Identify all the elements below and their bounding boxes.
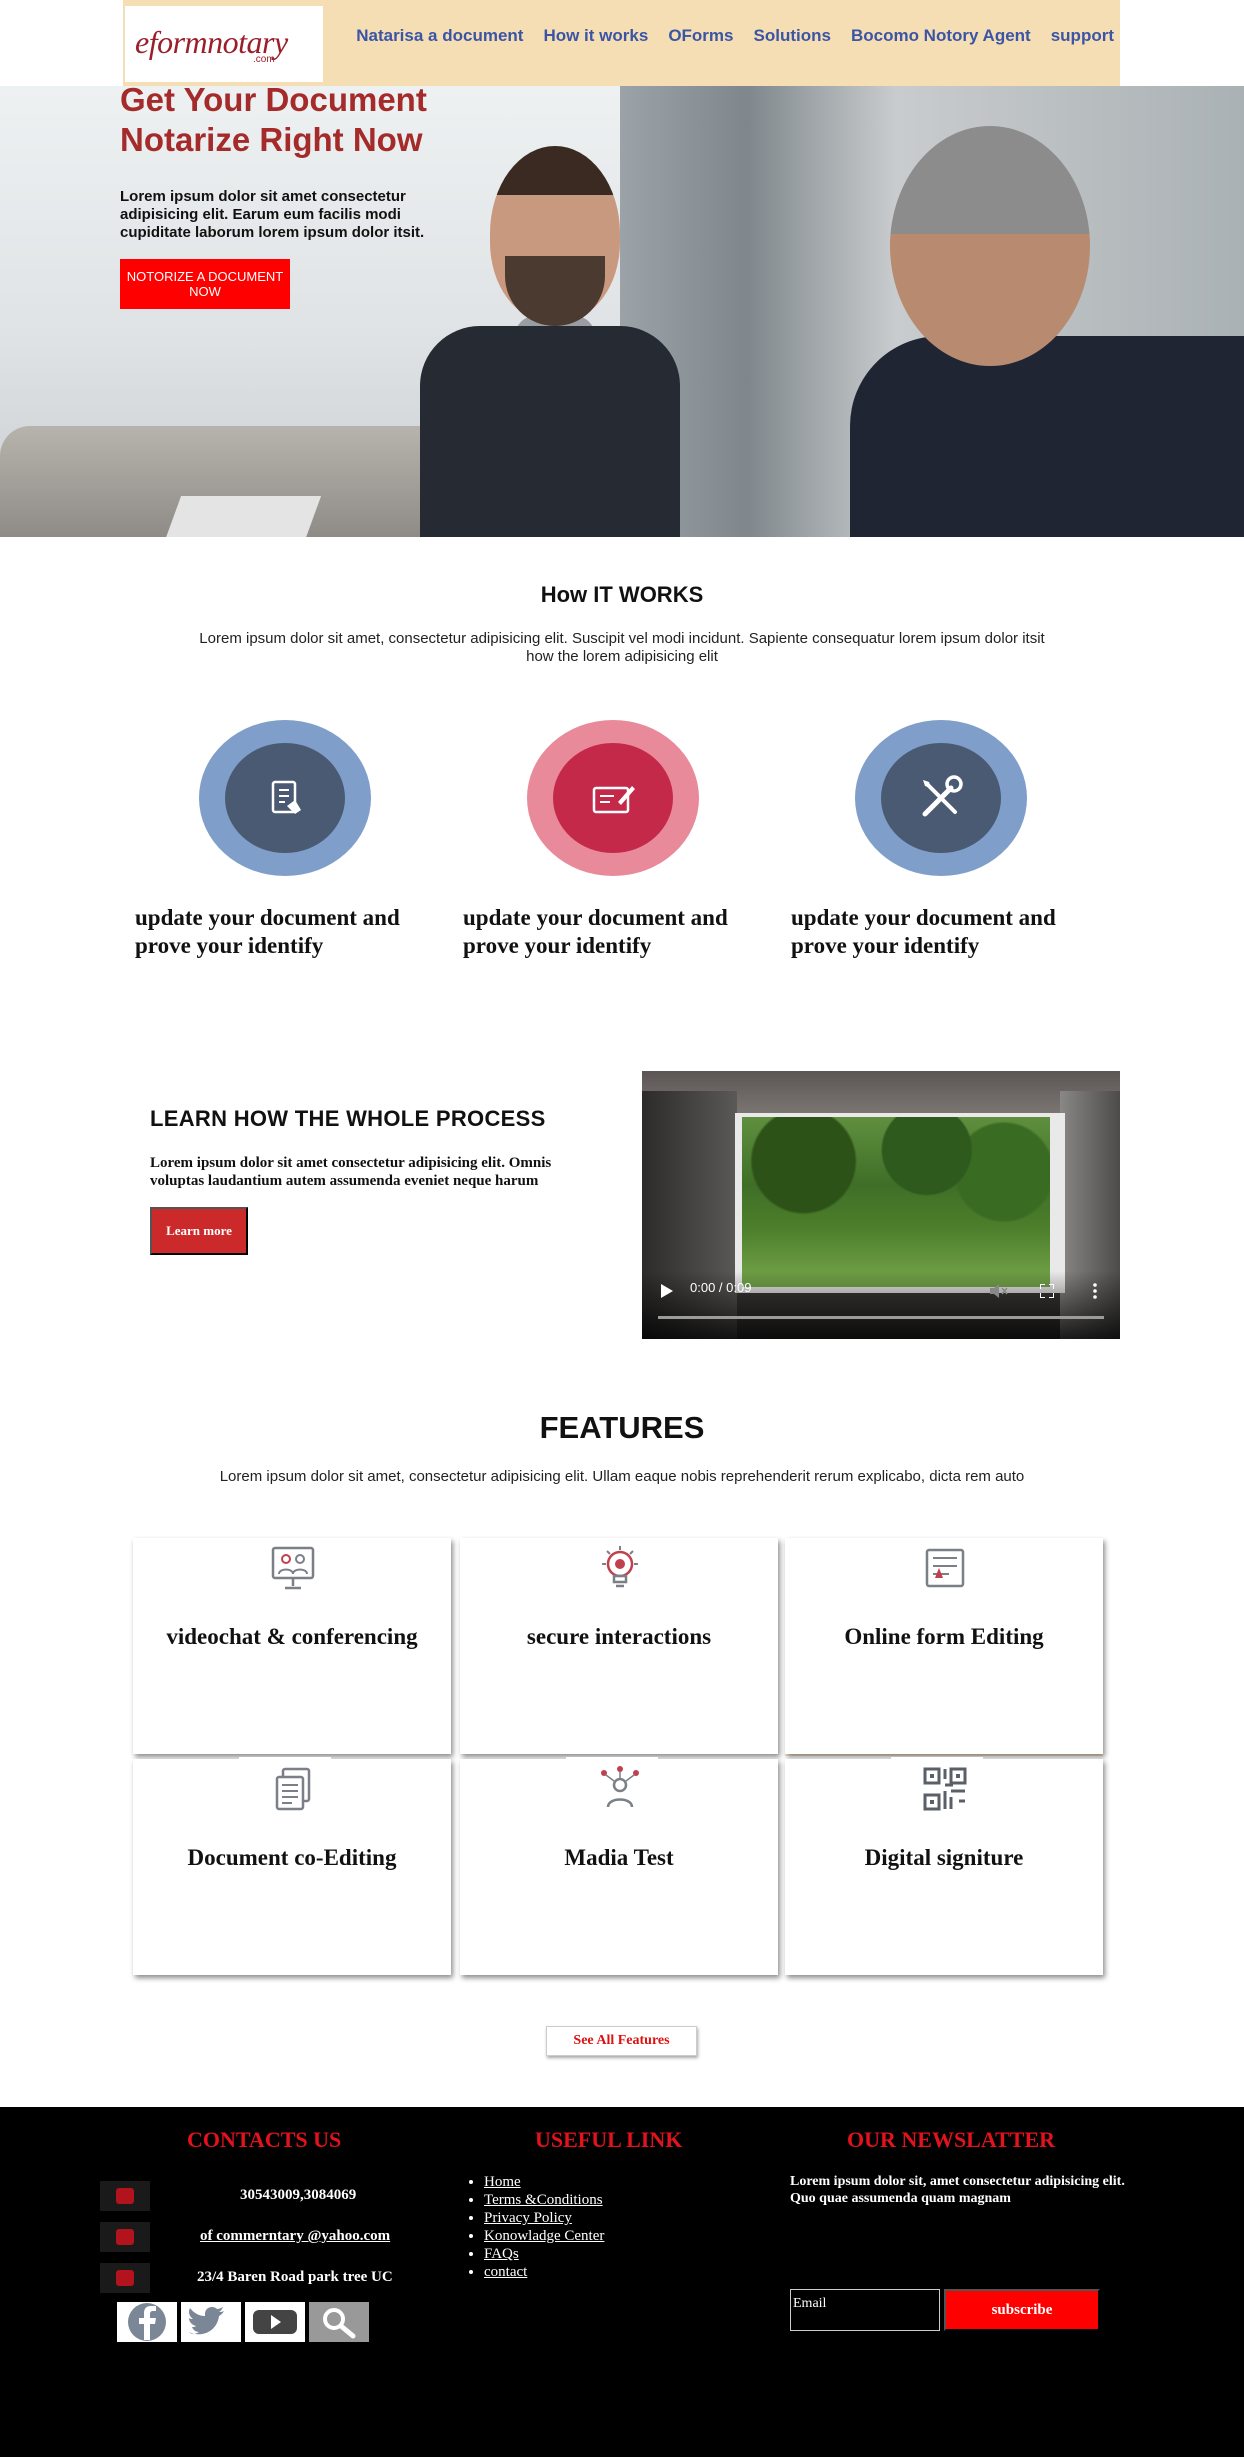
contact-email[interactable]: of commerntary @yahoo.com bbox=[200, 2228, 390, 2245]
footer-link-knowledge[interactable]: Konowladge Center bbox=[484, 2228, 604, 2244]
feature-title: videochat & conferencing bbox=[166, 1624, 418, 1649]
nav-link-oforms[interactable]: OForms bbox=[668, 26, 733, 46]
feature-text: Lorem ipsum dolor sit amet consectetur a… bbox=[139, 1677, 445, 1709]
twitter-icon[interactable] bbox=[181, 2302, 241, 2342]
feature-text: Lorem ipsum dolor sit amet consectetur a… bbox=[791, 1898, 1097, 1930]
tools-icon bbox=[922, 775, 963, 817]
see-all-features-button[interactable]: See All Features bbox=[546, 2026, 697, 2056]
nav-link-how-it-works[interactable]: How it works bbox=[543, 26, 648, 46]
step-1-circle bbox=[199, 720, 371, 876]
feature-title: secure interactions bbox=[526, 1624, 712, 1649]
step-3-label: update your document and prove your iden… bbox=[791, 905, 1056, 958]
fullscreen-icon[interactable] bbox=[1040, 1284, 1054, 1298]
video-player[interactable] bbox=[642, 1071, 1120, 1339]
facebook-icon[interactable] bbox=[117, 2302, 177, 2342]
lightbulb-gear-icon bbox=[602, 1546, 638, 1588]
nav-link-support[interactable]: support bbox=[1051, 26, 1114, 46]
footer-link-faqs[interactable]: FAQs bbox=[484, 2246, 519, 2262]
contact-phone: 30543009,3084069 bbox=[240, 2187, 357, 2203]
step-2-label: update your document and prove your iden… bbox=[463, 905, 728, 958]
play-icon[interactable] bbox=[661, 1284, 673, 1298]
feature-text: Lorem ipsum dolor sit amet consectetur a… bbox=[791, 1677, 1097, 1709]
main-nav: Natarisa a document How it works OForms … bbox=[356, 26, 1114, 46]
step-1-label: update your document and prove your iden… bbox=[135, 905, 400, 958]
how-it-works-text: Lorem ipsum dolor sit amet, consectetur … bbox=[199, 630, 1045, 665]
feature-title: Online form Editing bbox=[844, 1624, 1044, 1649]
footer-link-contact[interactable]: contact bbox=[484, 2264, 527, 2280]
step-3-circle bbox=[855, 720, 1027, 876]
feature-card-online-form[interactable]: Online form Editing Lorem ipsum dolor si… bbox=[785, 1538, 1103, 1754]
footer-link-item: Konowladge Center bbox=[484, 2227, 604, 2245]
location-icon bbox=[100, 2263, 150, 2293]
how-it-works-title: How IT WORKS bbox=[540, 582, 704, 607]
features-title: FEATURES bbox=[539, 1410, 705, 1445]
video-conference-icon bbox=[271, 1546, 315, 1590]
features-text: Lorem ipsum dolor sit amet, consectetur … bbox=[219, 1468, 1025, 1485]
notarize-now-button[interactable]: NOTORIZE A DOCUMENT NOW bbox=[120, 259, 290, 309]
feature-title: Madia Test bbox=[564, 1845, 674, 1870]
qr-code-icon bbox=[923, 1767, 967, 1811]
logo-subtext: .com bbox=[253, 54, 275, 65]
video-time: 0:00 / 0:09 bbox=[690, 1280, 752, 1295]
contacts-title: CONTACTS US bbox=[187, 2127, 342, 2152]
newsletter-email-input[interactable]: Email bbox=[790, 2289, 940, 2331]
useful-links-title: USEFUL LINK bbox=[535, 2127, 683, 2152]
footer-link-item: Privacy Policy bbox=[484, 2209, 604, 2227]
volume-muted-icon[interactable] bbox=[990, 1284, 1008, 1298]
feature-card-document-coediting[interactable]: Document co-Editing Lorem ipsum dolor si… bbox=[133, 1757, 451, 1975]
newsletter-title: OUR NEWSLATTER bbox=[847, 2127, 1056, 2152]
hero-person-right bbox=[850, 126, 1244, 537]
network-person-icon bbox=[601, 1766, 639, 1808]
more-options-icon[interactable] bbox=[1093, 1283, 1097, 1299]
learn-more-button[interactable]: Learn more bbox=[150, 1207, 248, 1255]
feature-card-digital-signature[interactable]: Digital signiture Lorem ipsum dolor sit … bbox=[785, 1757, 1103, 1975]
pen-tablet-icon bbox=[592, 786, 635, 814]
phone-icon bbox=[100, 2181, 150, 2211]
subscribe-button[interactable]: subscribe bbox=[944, 2289, 1100, 2331]
learn-process-text: Lorem ipsum dolor sit amet consectetur a… bbox=[150, 1155, 552, 1189]
footer-link-item: Terms &Conditions bbox=[484, 2191, 604, 2209]
form-edit-icon bbox=[925, 1548, 965, 1588]
search-icon[interactable] bbox=[309, 2302, 369, 2342]
feature-title: Document co-Editing bbox=[187, 1845, 397, 1870]
documents-icon bbox=[275, 1767, 311, 1811]
feature-card-videochat[interactable]: videochat & conferencing Lorem ipsum dol… bbox=[133, 1538, 451, 1754]
nav-link-solutions[interactable]: Solutions bbox=[754, 26, 831, 46]
mail-icon bbox=[100, 2222, 150, 2252]
footer-link-item: contact bbox=[484, 2263, 604, 2281]
footer: CONTACTS US 30543009,3084069 of commernt… bbox=[0, 2107, 1244, 2457]
feature-text: Lorem ipsum dolor sit amet consectetur a… bbox=[139, 1898, 445, 1930]
nav-link-notary-agent[interactable]: Bocomo Notory Agent bbox=[851, 26, 1031, 46]
contact-address: 23/4 Baren Road park tree UC bbox=[197, 2269, 393, 2285]
tablet-hand-icon bbox=[271, 780, 301, 814]
footer-link-terms[interactable]: Terms &Conditions bbox=[484, 2192, 603, 2208]
footer-link-home[interactable]: Home bbox=[484, 2174, 521, 2190]
footer-link-item: Home bbox=[484, 2173, 604, 2191]
step-2-circle bbox=[527, 720, 699, 876]
site-logo[interactable]: eformnotary .com bbox=[125, 6, 323, 82]
feature-text: Lorem ipsum dolor sit amet consectetur a… bbox=[466, 1677, 772, 1709]
feature-text: Lorem ipsum dolor sit amet consectetur a… bbox=[466, 1898, 772, 1930]
feature-card-secure[interactable]: secure interactions Lorem ipsum dolor si… bbox=[460, 1538, 778, 1754]
feature-card-media-test[interactable]: Madia Test Lorem ipsum dolor sit amet co… bbox=[460, 1757, 778, 1975]
footer-link-privacy[interactable]: Privacy Policy bbox=[484, 2210, 572, 2226]
learn-process-title: LEARN HOW THE WHOLE PROCESS bbox=[150, 1106, 546, 1131]
hero-text: Lorem ipsum dolor sit amet consectetur a… bbox=[120, 188, 425, 241]
footer-link-item: FAQs bbox=[484, 2245, 604, 2263]
useful-links-list: Home Terms &Conditions Privacy Policy Ko… bbox=[484, 2173, 604, 2281]
video-progress-bar[interactable] bbox=[658, 1316, 1104, 1319]
hero-laptop bbox=[162, 496, 322, 537]
nav-link-notarise[interactable]: Natarisa a document bbox=[356, 26, 523, 46]
youtube-icon[interactable] bbox=[245, 2302, 305, 2342]
newsletter-text: Lorem ipsum dolor sit, amet consectetur … bbox=[790, 2174, 1125, 2206]
hero-title: Get Your Document Notarize Right Now bbox=[120, 81, 427, 158]
feature-title: Digital signiture bbox=[864, 1845, 1024, 1870]
